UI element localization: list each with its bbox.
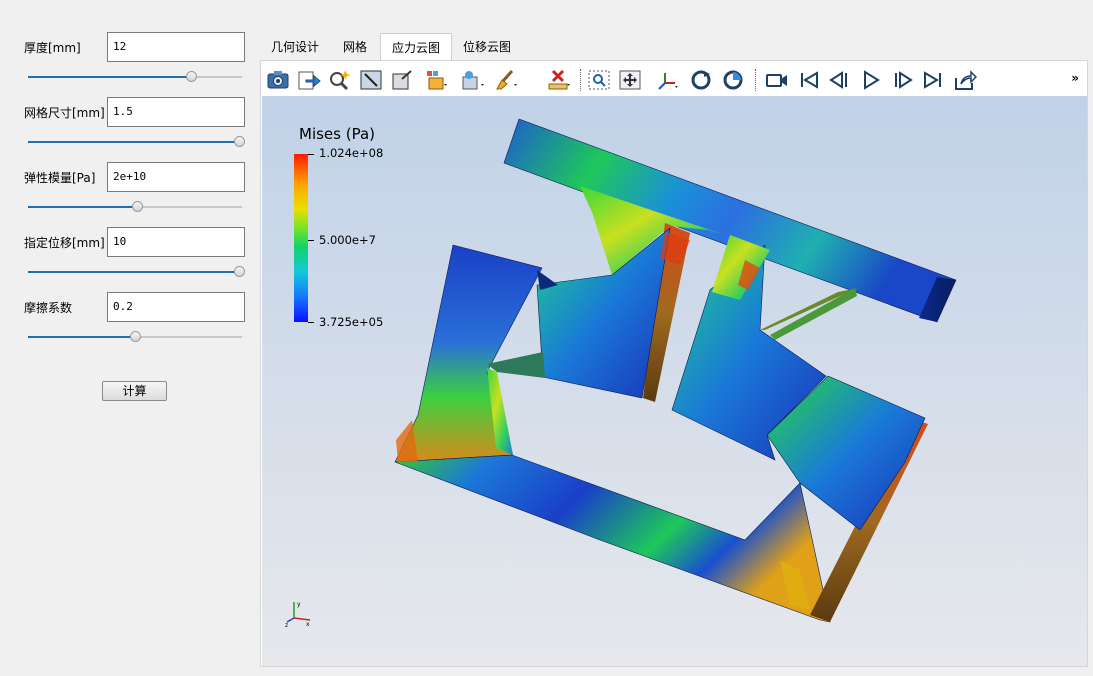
axes-icon[interactable]	[655, 69, 679, 91]
viewer-toolbar: »	[261, 61, 1087, 96]
legend-max: 1.024e+08	[319, 146, 384, 160]
slider-thumb[interactable]	[234, 136, 245, 147]
brush-icon[interactable]	[494, 69, 518, 91]
legend-min: 3.725e+05	[319, 315, 384, 329]
calculate-button[interactable]: 计算	[102, 381, 167, 401]
elastic-modulus-input[interactable]: 2e+10	[107, 162, 245, 192]
axis-y-label: y	[297, 601, 301, 608]
legend-tick	[308, 154, 314, 155]
displacement-input[interactable]: 10	[107, 227, 245, 257]
video-icon[interactable]	[765, 69, 789, 91]
first-frame-icon[interactable]	[797, 69, 821, 91]
slider-thumb[interactable]	[130, 331, 141, 342]
tab-geometry[interactable]: 几何设计	[260, 33, 330, 61]
mesh-size-label: 网格尺寸[mm]	[24, 106, 105, 120]
friction-input[interactable]: 0.2	[107, 292, 245, 322]
legend-title: Mises (Pa)	[299, 125, 376, 143]
slider-thumb[interactable]	[234, 266, 245, 277]
play-icon[interactable]	[859, 69, 883, 91]
pan-icon[interactable]	[618, 69, 642, 91]
slider-thumb[interactable]	[186, 71, 197, 82]
color-map-icon[interactable]	[424, 69, 448, 91]
zoom-magic-icon[interactable]	[328, 69, 352, 91]
tab-mesh[interactable]: 网格	[332, 33, 378, 61]
orientation-axes-icon: y x z	[285, 601, 311, 628]
box-view-icon[interactable]	[390, 69, 414, 91]
ruler-delete-icon[interactable]	[547, 69, 571, 91]
axis-z-label: z	[285, 622, 288, 628]
frame-fit-icon[interactable]	[359, 69, 383, 91]
displacement-slider[interactable]	[28, 266, 245, 278]
stress-viewport[interactable]: Mises (Pa) 1.024e+08 5.000e+7 3.725e+05 …	[262, 96, 1087, 666]
toolbar-overflow-icon[interactable]: »	[1071, 71, 1079, 85]
friction-slider[interactable]	[28, 331, 242, 343]
thickness-input[interactable]: 12	[107, 32, 245, 62]
export-icon[interactable]	[297, 69, 321, 91]
toolbar-separator	[580, 69, 581, 91]
toolbar-separator	[755, 69, 756, 91]
previous-frame-icon[interactable]	[828, 69, 852, 91]
axis-x-label: x	[306, 621, 310, 628]
tab-stress[interactable]: 应力云图	[380, 33, 453, 61]
displacement-label: 指定位移[mm]	[24, 236, 105, 250]
legend-tick	[308, 240, 314, 241]
next-frame-icon[interactable]	[890, 69, 914, 91]
light-icon[interactable]	[461, 69, 485, 91]
elastic-modulus-slider[interactable]	[28, 201, 242, 213]
rotate-icon[interactable]	[689, 69, 713, 91]
reset-view-icon[interactable]	[721, 69, 745, 91]
camera-icon[interactable]	[266, 69, 290, 91]
legend-tick	[308, 322, 314, 323]
share-icon[interactable]	[953, 69, 977, 91]
mesh-size-slider[interactable]	[28, 136, 245, 148]
stress-contour-model	[394, 118, 957, 623]
legend-color-bar	[294, 154, 308, 322]
elastic-modulus-label: 弹性模量[Pa]	[24, 171, 96, 185]
friction-label: 摩擦系数	[24, 301, 73, 315]
legend-mid: 5.000e+7	[319, 233, 376, 247]
slider-thumb[interactable]	[132, 201, 143, 212]
tab-displacement[interactable]: 位移云图	[452, 33, 522, 61]
mesh-size-input[interactable]: 1.5	[107, 97, 245, 127]
thickness-slider[interactable]	[28, 71, 242, 83]
thickness-label: 厚度[mm]	[24, 41, 81, 55]
last-frame-icon[interactable]	[921, 69, 945, 91]
zoom-box-icon[interactable]	[587, 69, 611, 91]
